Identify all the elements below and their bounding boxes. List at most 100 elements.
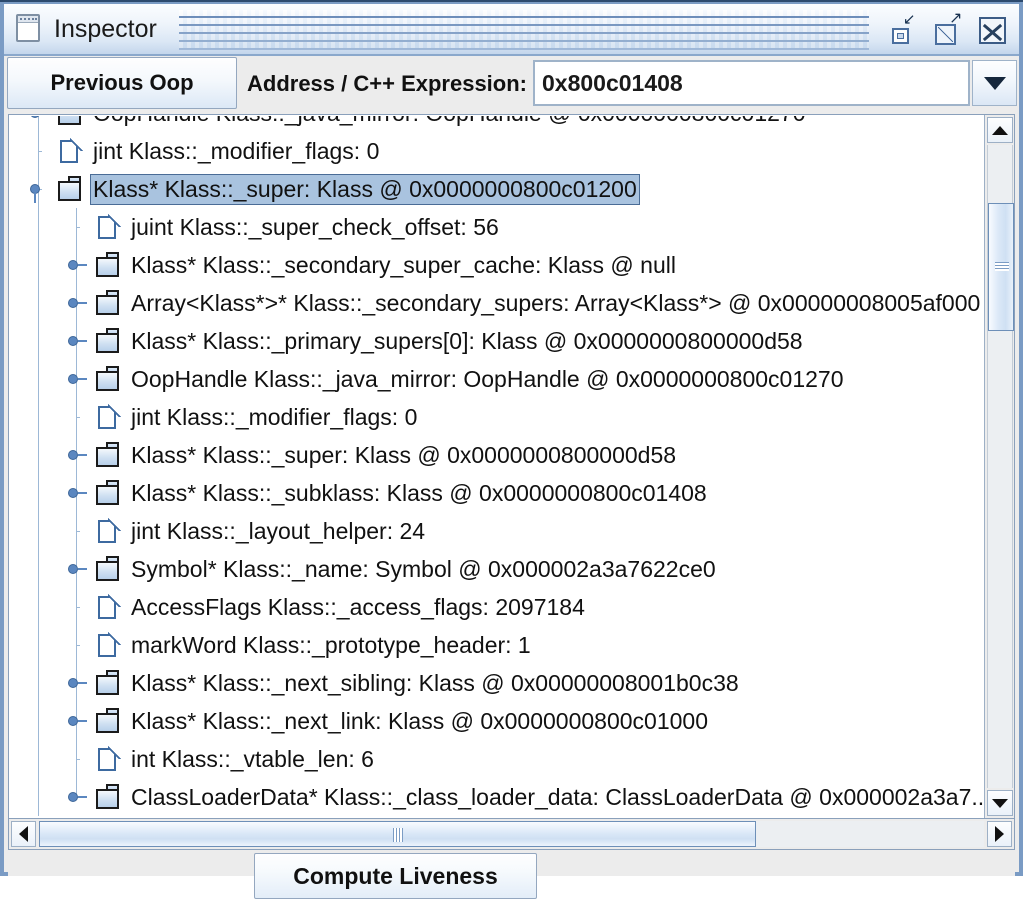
tree-row-label: Klass* Klass::_next_link: Klass @ 0x0000… — [131, 707, 708, 734]
tree-row-label: jint Klass::_modifier_flags: 0 — [93, 137, 380, 164]
vertical-scroll-track[interactable] — [987, 145, 1014, 788]
scroll-up-button[interactable] — [987, 117, 1013, 143]
address-expression-label: Address / C++ Expression: — [247, 71, 527, 96]
tree-row[interactable]: Klass* Klass::_secondary_super_cache: Kl… — [10, 246, 985, 284]
folder-icon — [95, 479, 121, 507]
tree-row[interactable]: juint Klass::_super_check_offset: 56 — [10, 208, 985, 246]
tree-row[interactable]: Klass* Klass::_subklass: Klass @ 0x00000… — [10, 474, 985, 512]
document-icon — [95, 403, 121, 431]
maximize-button[interactable]: ↗ — [933, 10, 967, 48]
collapse-handle-icon[interactable] — [30, 181, 46, 203]
tree-row[interactable]: Klass* Klass::_super: Klass @ 0x00000008… — [10, 170, 985, 208]
tree-scroll-viewport[interactable]: OopHandle Klass::_java_mirror: OopHandle… — [10, 116, 985, 816]
document-icon — [95, 517, 121, 545]
tree-row[interactable]: markWord Klass::_prototype_header: 1 — [10, 626, 985, 664]
vertical-scrollbar[interactable] — [984, 115, 1014, 818]
document-icon — [95, 631, 121, 659]
inspector-window: Inspector ↙ ↗ Previous Oop Address / C++… — [0, 0, 1023, 899]
expand-handle-icon[interactable] — [30, 116, 46, 121]
tree-row-label: juint Klass::_super_check_offset: 56 — [131, 213, 499, 240]
tree-row-label: Klass* Klass::_subklass: Klass @ 0x00000… — [131, 479, 707, 506]
tree-row[interactable]: Klass* Klass::_next_link: Klass @ 0x0000… — [10, 702, 985, 740]
expand-handle-icon[interactable] — [68, 561, 87, 577]
scroll-down-button[interactable] — [987, 790, 1013, 816]
window-title: Inspector — [54, 14, 157, 43]
tree-row-label: Klass* Klass::_secondary_super_cache: Kl… — [131, 251, 676, 278]
titlebar-button-group: ↙ ↗ — [889, 10, 1011, 48]
tree-row[interactable]: jint Klass::_modifier_flags: 0 — [10, 398, 985, 436]
folder-icon — [95, 555, 121, 583]
tree-row-label: Symbol* Klass::_name: Symbol @ 0x000002a… — [131, 555, 716, 582]
expand-handle-icon[interactable] — [68, 447, 87, 463]
tree-row-label: ClassLoaderData* Klass::_class_loader_da… — [131, 783, 985, 810]
close-icon — [979, 17, 1006, 44]
window-icon — [16, 14, 42, 44]
horizontal-scroll-thumb[interactable] — [39, 821, 756, 847]
tree-row-label: Klass* Klass::_primary_supers[0]: Klass … — [131, 327, 803, 354]
previous-oop-button[interactable]: Previous Oop — [7, 57, 237, 109]
maximize-icon — [935, 24, 956, 45]
grip-icon — [392, 828, 403, 842]
tree-row[interactable]: Klass* Klass::_primary_supers[0]: Klass … — [10, 322, 985, 360]
folder-icon — [95, 327, 121, 355]
tree-row-label: markWord Klass::_prototype_header: 1 — [131, 631, 531, 658]
address-history-dropdown-button[interactable] — [972, 60, 1017, 106]
expand-handle-icon[interactable] — [68, 789, 87, 805]
tree-row[interactable]: Klass* Klass::_super: Klass @ 0x00000008… — [10, 436, 985, 474]
folder-icon — [95, 707, 121, 735]
tree-row[interactable]: int Klass::_vtable_len: 6 — [10, 740, 985, 778]
scroll-right-button[interactable] — [987, 821, 1012, 847]
triangle-left-icon — [19, 826, 28, 842]
tree-row[interactable]: jint Klass::_layout_helper: 24 — [10, 512, 985, 550]
expand-handle-icon[interactable] — [68, 675, 87, 691]
document-icon — [95, 593, 121, 621]
compute-liveness-button[interactable]: Compute Liveness — [254, 853, 537, 899]
tree-row-container: OopHandle Klass::_java_mirror: OopHandle… — [10, 116, 985, 816]
folder-icon — [95, 783, 121, 811]
minimize-button[interactable]: ↙ — [889, 12, 923, 48]
vertical-scroll-thumb[interactable] — [988, 203, 1014, 331]
horizontal-scrollbar[interactable] — [8, 818, 1015, 850]
tree-row[interactable]: jint Klass::_modifier_flags: 0 — [10, 132, 985, 170]
address-toolbar: Previous Oop Address / C++ Expression: 0… — [4, 56, 1019, 112]
folder-icon — [95, 441, 121, 469]
tree-row-label: AccessFlags Klass::_access_flags: 209718… — [131, 593, 585, 620]
tree-row-label: Klass* Klass::_super: Klass @ 0x00000008… — [131, 441, 677, 468]
expand-handle-icon[interactable] — [68, 333, 87, 349]
window-titlebar[interactable]: Inspector ↙ ↗ — [4, 4, 1019, 56]
document-icon — [95, 745, 121, 773]
expand-handle-icon[interactable] — [68, 485, 87, 501]
tree-row-label: Klass* Klass::_next_sibling: Klass @ 0x0… — [131, 669, 739, 696]
minimize-icon — [892, 28, 909, 44]
folder-icon — [95, 289, 121, 317]
tree-row[interactable]: ClassLoaderData* Klass::_class_loader_da… — [10, 778, 985, 816]
expand-handle-icon[interactable] — [68, 295, 87, 311]
triangle-up-icon — [992, 125, 1008, 135]
titlebar-texture — [179, 10, 869, 50]
expand-handle-icon[interactable] — [68, 371, 87, 387]
document-icon — [57, 137, 83, 165]
tree-row[interactable]: Symbol* Klass::_name: Symbol @ 0x000002a… — [10, 550, 985, 588]
address-input[interactable]: 0x800c01408 — [533, 60, 970, 106]
scroll-left-button[interactable] — [11, 821, 36, 847]
tree-row[interactable]: OopHandle Klass::_java_mirror: OopHandle… — [10, 116, 985, 132]
expand-handle-icon[interactable] — [68, 257, 87, 273]
tree-row[interactable]: Array<Klass*>* Klass::_secondary_supers:… — [10, 284, 985, 322]
tree-row[interactable]: AccessFlags Klass::_access_flags: 209718… — [10, 588, 985, 626]
inspector-tree-panel: OopHandle Klass::_java_mirror: OopHandle… — [8, 114, 1015, 819]
expand-handle-icon[interactable] — [68, 713, 87, 729]
document-icon — [95, 213, 121, 241]
horizontal-scroll-track[interactable] — [39, 821, 984, 847]
chevron-down-icon — [983, 76, 1006, 90]
folder-icon — [95, 669, 121, 697]
folder-icon — [95, 365, 121, 393]
triangle-right-icon — [995, 826, 1004, 842]
close-button[interactable] — [977, 12, 1011, 48]
folder-icon — [95, 251, 121, 279]
address-input-value: 0x800c01408 — [542, 69, 683, 96]
tree-row-label: OopHandle Klass::_java_mirror: OopHandle… — [90, 116, 809, 129]
triangle-down-icon — [992, 798, 1008, 808]
tree-row[interactable]: OopHandle Klass::_java_mirror: OopHandle… — [10, 360, 985, 398]
tree-row-label: Array<Klass*>* Klass::_secondary_supers:… — [131, 289, 981, 316]
tree-row[interactable]: Klass* Klass::_next_sibling: Klass @ 0x0… — [10, 664, 985, 702]
